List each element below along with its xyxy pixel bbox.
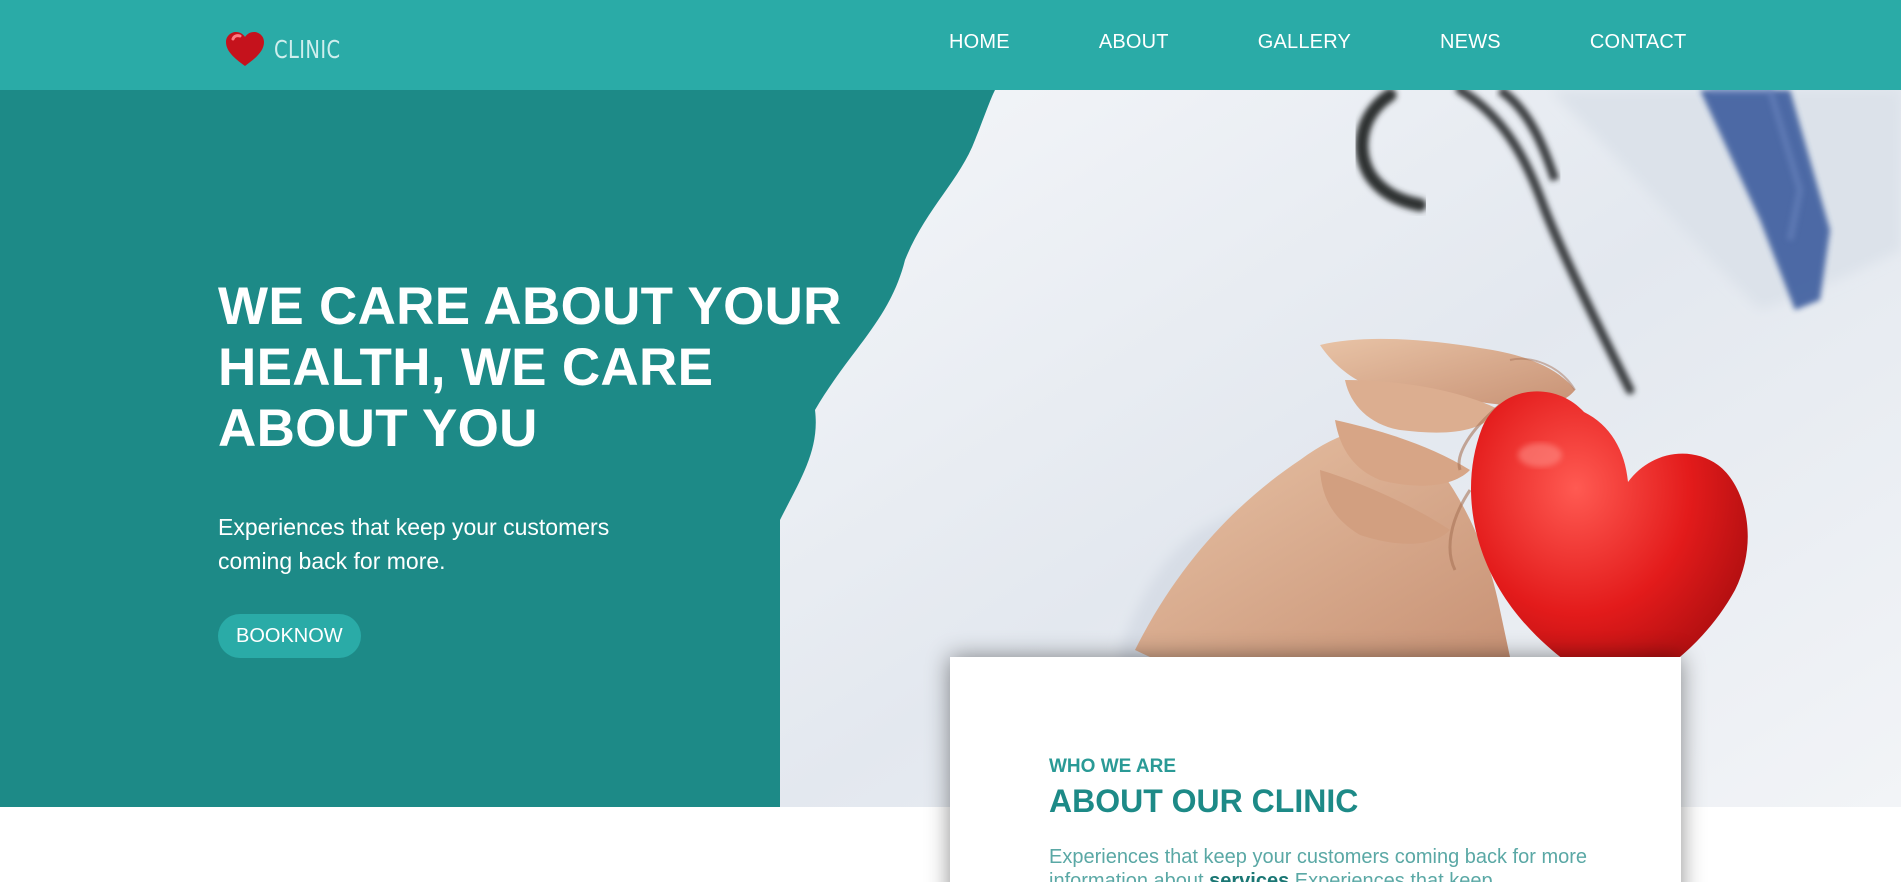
heart-icon <box>226 32 264 66</box>
brand-name: CLINIC <box>274 34 341 64</box>
about-text-end: Experiences that keep <box>1289 870 1493 882</box>
hero-title: WE CARE ABOUT YOUR HEALTH, WE CARE ABOUT… <box>218 277 842 458</box>
nav-news-link[interactable]: NEWS <box>1440 31 1501 54</box>
logo[interactable]: CLINIC <box>224 30 359 68</box>
about-card: WHO WE ARE ABOUT OUR CLINIC Experiences … <box>950 657 1681 882</box>
about-title: ABOUT OUR CLINIC <box>1049 783 1359 819</box>
nav-about-link[interactable]: ABOUT <box>1099 31 1169 54</box>
nav-home-link[interactable]: HOME <box>949 31 1010 54</box>
about-text: Experiences that keep your customers com… <box>1049 845 1589 882</box>
about-kicker: WHO WE ARE <box>1049 756 1177 777</box>
main-nav: HOME ABOUT GALLERY NEWS CONTACT <box>949 31 1686 54</box>
nav-contact-link[interactable]: CONTACT <box>1590 31 1687 54</box>
hero-subtitle: Experiences that keep your customers com… <box>218 514 610 574</box>
navbar: CLINIC HOME ABOUT GALLERY NEWS CONTACT <box>0 0 1901 90</box>
about-services-link[interactable]: services <box>1209 870 1289 882</box>
nav-gallery-link[interactable]: GALLERY <box>1258 31 1351 54</box>
book-now-button[interactable]: BOOKNOW <box>218 614 361 658</box>
